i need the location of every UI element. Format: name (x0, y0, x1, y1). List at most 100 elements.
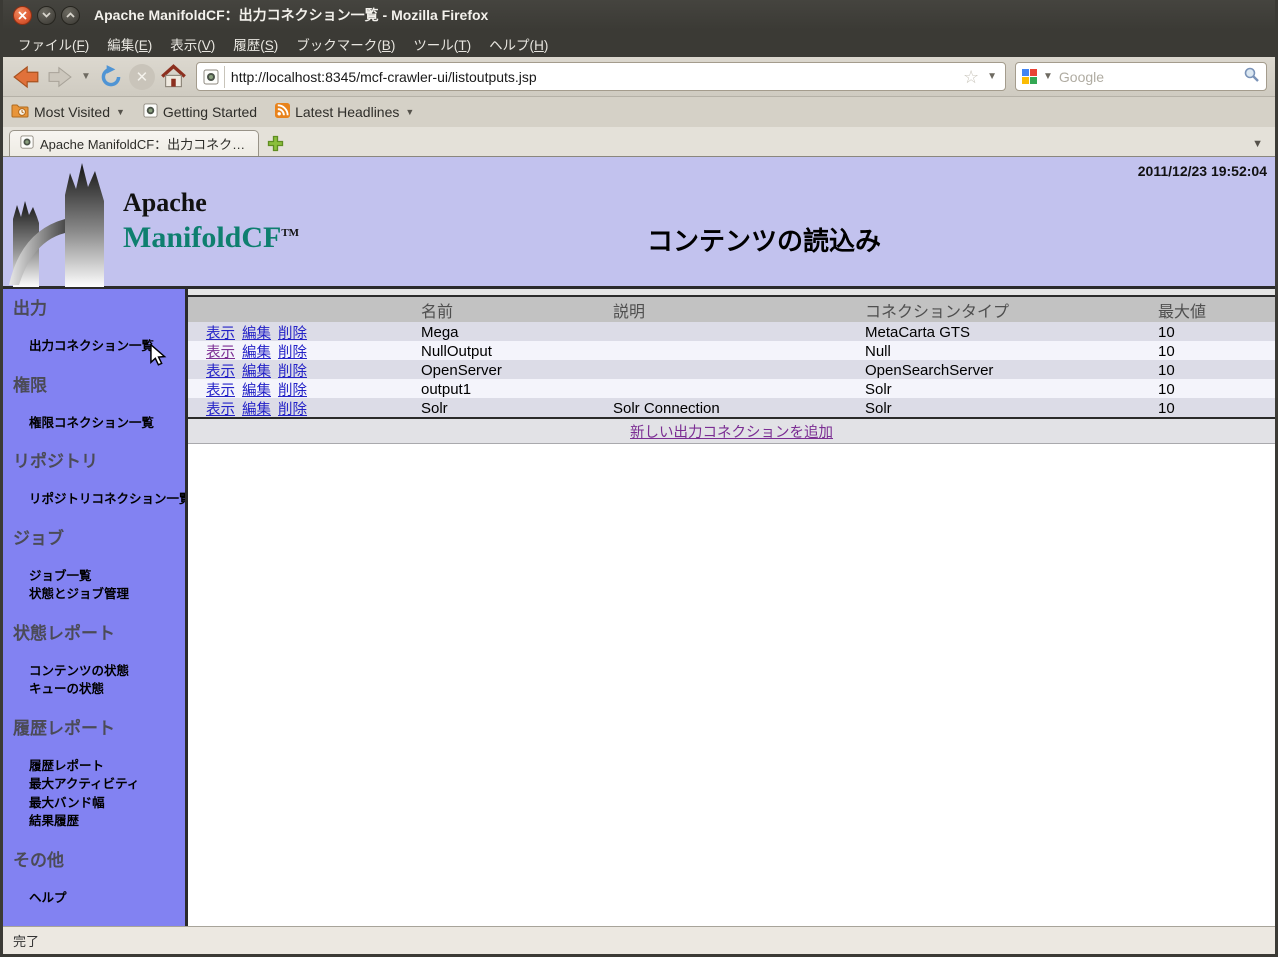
search-engine-dropdown-icon[interactable]: ▼ (1041, 71, 1055, 82)
sidebar-item-job-list[interactable]: ジョブ一覧 (29, 568, 185, 586)
bookmark-latest-headlines[interactable]: Latest Headlines ▼ (275, 103, 414, 121)
menu-bookmarks[interactable]: ブックマーク(B) (287, 31, 404, 57)
sidebar-section-status-reports: 状態レポート コンテンツの状態 キューの状態 (3, 624, 185, 699)
edit-link[interactable]: 編集 (242, 360, 271, 381)
view-link[interactable]: 表示 (206, 398, 235, 419)
row-actions: 表示 編集 削除 (188, 322, 421, 343)
url-bar[interactable]: ☆ ▼ (196, 62, 1006, 91)
browser-window: Apache ManifoldCF：出力コネクション一覧 - Mozilla F… (0, 0, 1278, 957)
bookmark-most-visited[interactable]: Most Visited ▼ (11, 104, 125, 121)
magnifier-icon[interactable] (1243, 66, 1260, 88)
delete-link[interactable]: 削除 (278, 360, 307, 381)
sidebar-section-jobs: ジョブ ジョブ一覧 状態とジョブ管理 (3, 529, 185, 604)
menu-view[interactable]: 表示(V) (161, 31, 224, 57)
sidebar-item-authority-connections[interactable]: 権限コネクション一覧 (29, 415, 185, 433)
add-connection-row: 新しい出力コネクションを追加 (188, 417, 1275, 444)
bookmark-star-icon[interactable]: ☆ (963, 68, 979, 86)
delete-link[interactable]: 削除 (278, 379, 307, 400)
sidebar-item-history-report[interactable]: 履歴レポート (29, 758, 185, 776)
sidebar-heading-miscellaneous: その他 (13, 851, 185, 871)
sidebar-item-help[interactable]: ヘルプ (29, 890, 185, 908)
window-title: Apache ManifoldCF：出力コネクション一覧 - Mozilla F… (94, 5, 488, 25)
menu-history[interactable]: 履歴(S) (224, 31, 287, 57)
menu-tools[interactable]: ツール(T) (404, 31, 480, 57)
chevron-down-icon: ▼ (405, 107, 414, 117)
table-row: 表示 編集 削除 Solr Solr Connection Solr 10 (188, 398, 1275, 417)
minimize-window-icon[interactable] (37, 6, 56, 25)
back-icon[interactable] (11, 64, 41, 90)
view-link[interactable]: 表示 (206, 379, 235, 400)
url-dropdown-icon[interactable]: ▼ (985, 71, 999, 82)
cell-name: NullOutput (421, 343, 613, 360)
new-tab-icon[interactable] (267, 135, 284, 152)
reload-icon[interactable] (98, 64, 124, 90)
add-output-connection-link[interactable]: 新しい出力コネクションを追加 (630, 421, 833, 442)
cell-name: OpenServer (421, 362, 613, 379)
page-favicon[interactable] (203, 66, 225, 88)
status-text: 完了 (13, 931, 39, 950)
title-bar: Apache ManifoldCF：出力コネクション一覧 - Mozilla F… (3, 0, 1275, 30)
column-connection-type: コネクションタイプ (865, 298, 1158, 322)
edit-link[interactable]: 編集 (242, 322, 271, 343)
row-actions: 表示 編集 削除 (188, 398, 421, 419)
sidebar-heading-jobs: ジョブ (13, 529, 185, 549)
back-forward-dropdown-icon[interactable]: ▼ (79, 71, 93, 82)
delete-link[interactable]: 削除 (278, 398, 307, 419)
column-name: 名前 (421, 298, 613, 322)
cell-max: 10 (1158, 400, 1275, 417)
sidebar-heading-output: 出力 (13, 299, 185, 319)
sidebar-heading-authorities: 権限 (13, 376, 185, 396)
edit-link[interactable]: 編集 (242, 379, 271, 400)
tab-favicon (20, 135, 34, 152)
menu-bar: ファイル(F) 編集(E) 表示(V) 履歴(S) ブックマーク(B) ツール(… (3, 30, 1275, 57)
cell-max: 10 (1158, 343, 1275, 360)
search-bar[interactable]: ▼ (1015, 62, 1267, 91)
forward-icon[interactable] (46, 65, 74, 89)
row-actions: 表示 編集 削除 (188, 360, 421, 381)
table-header-row: 名前 説明 コネクションタイプ 最大値 (188, 297, 1275, 322)
bridge-logo-icon (7, 161, 115, 287)
table-row: 表示 編集 削除 OpenServer OpenSearchServer 10 (188, 360, 1275, 379)
timestamp: 2011/12/23 19:52:04 (1138, 163, 1267, 179)
menu-edit[interactable]: 編集(E) (98, 31, 161, 57)
close-window-icon[interactable] (13, 6, 32, 25)
tab-list-dropdown-icon[interactable]: ▼ (1252, 138, 1263, 150)
view-link[interactable]: 表示 (206, 341, 235, 362)
sidebar-item-max-bandwidth[interactable]: 最大バンド幅 (29, 795, 185, 813)
edit-link[interactable]: 編集 (242, 398, 271, 419)
main-content: 名前 説明 コネクションタイプ 最大値 表示 編集 削除 Mega Me (188, 289, 1275, 926)
view-link[interactable]: 表示 (206, 322, 235, 343)
table-row: 表示 編集 削除 Mega MetaCarta GTS 10 (188, 322, 1275, 341)
logo-apache: Apache (123, 187, 299, 220)
url-input[interactable] (231, 69, 957, 85)
sidebar-item-max-activity[interactable]: 最大アクティビティ (29, 776, 185, 794)
bookmark-getting-started[interactable]: Getting Started (143, 103, 257, 121)
view-link[interactable]: 表示 (206, 360, 235, 381)
menu-help[interactable]: ヘルプ(H) (480, 31, 557, 57)
sidebar-heading-status-reports: 状態レポート (13, 624, 185, 644)
page-icon (143, 103, 158, 121)
cell-max: 10 (1158, 362, 1275, 379)
status-bar: 完了 (3, 926, 1275, 954)
edit-link[interactable]: 編集 (242, 341, 271, 362)
cell-name: output1 (421, 381, 613, 398)
maximize-window-icon[interactable] (61, 6, 80, 25)
delete-link[interactable]: 削除 (278, 322, 307, 343)
stop-icon[interactable]: ✕ (129, 64, 155, 90)
tab-active[interactable]: Apache ManifoldCF：出力コネクシ... (9, 130, 259, 156)
sidebar-item-result-history[interactable]: 結果履歴 (29, 813, 185, 831)
search-input[interactable] (1059, 69, 1239, 85)
menu-file[interactable]: ファイル(F) (9, 31, 98, 57)
table-row: 表示 編集 削除 NullOutput Null 10 (188, 341, 1275, 360)
cell-connection-type: Null (865, 343, 1158, 360)
page-header-band: Apache ManifoldCFTM コンテンツの読込み 2011/12/23… (3, 157, 1275, 289)
home-icon[interactable] (160, 64, 187, 89)
sidebar-item-queue-status[interactable]: キューの状態 (29, 681, 185, 699)
sidebar-item-job-status[interactable]: 状態とジョブ管理 (29, 586, 185, 604)
cell-name: Solr (421, 400, 613, 417)
delete-link[interactable]: 削除 (278, 341, 307, 362)
sidebar-item-output-connections[interactable]: 出力コネクション一覧 (29, 338, 185, 356)
sidebar-item-document-status[interactable]: コンテンツの状態 (29, 663, 185, 681)
sidebar-item-repository-connections[interactable]: リポジトリコネクション一覧 (29, 491, 185, 509)
sidebar-section-history-reports: 履歴レポート 履歴レポート 最大アクティビティ 最大バンド幅 結果履歴 (3, 719, 185, 831)
